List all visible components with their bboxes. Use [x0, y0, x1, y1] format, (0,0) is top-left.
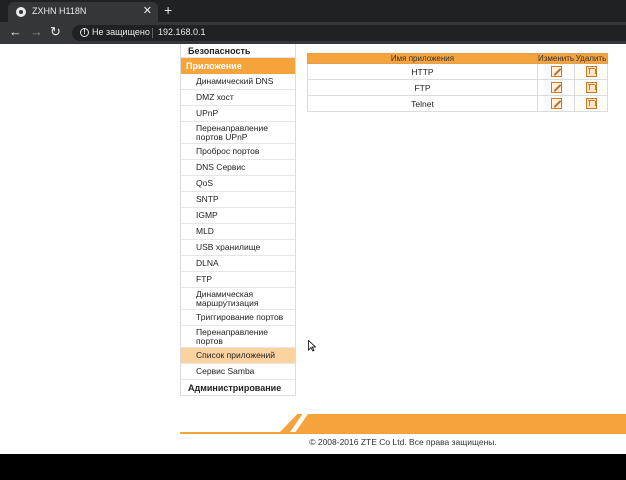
sidebar-item-igmp[interactable]: IGMP — [181, 208, 295, 224]
browser-toolbar: ← → ↻ ! Не защищено 192.168.0.1 — [0, 22, 626, 44]
sidebar-item-port-forwarding[interactable]: Проброс портов — [181, 144, 295, 160]
new-tab-button[interactable]: + — [164, 2, 172, 18]
screen-letterbox — [0, 454, 626, 480]
trash-icon[interactable] — [585, 82, 597, 94]
sidebar-item-ftp[interactable]: FTP — [181, 272, 295, 288]
edit-icon[interactable] — [550, 98, 562, 110]
copyright-text: © 2008-2016 ZTE Co Ltd. Все права защище… — [309, 437, 497, 447]
tab-close-icon[interactable]: ✕ — [143, 4, 152, 17]
table-header-row: Имя приложения Изменить Удалить — [307, 53, 608, 64]
trash-icon[interactable] — [585, 98, 597, 110]
edit-cell — [537, 79, 575, 96]
column-header-edit: Изменить — [537, 53, 575, 64]
sidebar-item-dmz[interactable]: DMZ хост — [181, 90, 295, 106]
sidebar-item-port-redirection[interactable]: Перенаправление портов — [181, 326, 295, 348]
mouse-cursor-icon — [308, 340, 316, 352]
forward-arrow-icon[interactable]: → — [30, 25, 43, 39]
delete-cell — [574, 79, 608, 96]
menu-security[interactable]: Безопасность — [181, 44, 295, 58]
edit-icon[interactable] — [550, 82, 562, 94]
security-label[interactable]: Не защищено — [92, 27, 150, 37]
edit-icon[interactable] — [550, 66, 562, 78]
menu-section-application[interactable]: Приложение — [181, 58, 295, 74]
reload-icon[interactable]: ↻ — [50, 25, 61, 39]
sidebar-item-samba[interactable]: Сервис Samba — [181, 364, 295, 380]
sidebar-item-dlna[interactable]: DLNA — [181, 256, 295, 272]
router-page: Безопасность Приложение Динамический DNS… — [0, 44, 626, 454]
tab-title: ZXHN H118N — [32, 6, 87, 16]
delete-cell — [574, 63, 608, 80]
sidebar-item-dynamic-routing[interactable]: Динамическая маршрутизация — [181, 288, 295, 310]
delete-cell — [574, 95, 608, 112]
application-list-table: Имя приложения Изменить Удалить HTTP FTP… — [307, 53, 608, 112]
table-row: FTP — [307, 79, 608, 96]
app-name-cell: HTTP — [307, 63, 538, 80]
back-arrow-icon[interactable]: ← — [9, 25, 22, 39]
sidebar-item-upnp[interactable]: UPnP — [181, 106, 295, 122]
sidebar-item-mld[interactable]: MLD — [181, 224, 295, 240]
browser-tab[interactable]: ZXHN H118N ✕ — [8, 2, 158, 22]
footer-divider — [180, 432, 626, 434]
edit-cell — [537, 95, 575, 112]
url-separator — [152, 28, 153, 38]
sidebar-item-ddns[interactable]: Динамический DNS — [181, 74, 295, 90]
sidebar-menu: Безопасность Приложение Динамический DNS… — [180, 44, 296, 396]
url-text[interactable]: 192.168.0.1 — [158, 27, 206, 37]
sidebar-item-dns-service[interactable]: DNS Сервис — [181, 160, 295, 176]
column-header-delete: Удалить — [574, 53, 608, 64]
address-bar[interactable]: ! Не защищено 192.168.0.1 — [72, 25, 626, 41]
globe-icon — [16, 7, 26, 17]
table-row: Telnet — [307, 95, 608, 112]
sidebar-item-port-triggering[interactable]: Триггирование портов — [181, 310, 295, 326]
footer-stripe — [280, 414, 626, 432]
app-name-cell: FTP — [307, 79, 538, 96]
sidebar-item-upnp-port-forwarding[interactable]: Перенаправление портов UPnP — [181, 122, 295, 144]
column-header-name: Имя приложения — [307, 53, 538, 64]
edit-cell — [537, 63, 575, 80]
info-icon[interactable]: ! — [80, 28, 89, 37]
menu-administration[interactable]: Администрирование — [181, 380, 295, 396]
sidebar-item-sntp[interactable]: SNTP — [181, 192, 295, 208]
sidebar-item-application-list[interactable]: Список приложений — [181, 348, 295, 364]
app-name-cell: Telnet — [307, 95, 538, 112]
browser-tab-bar: ZXHN H118N ✕ + — [0, 0, 626, 22]
sidebar-item-usb-storage[interactable]: USB хранилище — [181, 240, 295, 256]
table-row: HTTP — [307, 63, 608, 80]
trash-icon[interactable] — [585, 66, 597, 78]
sidebar-item-qos[interactable]: QoS — [181, 176, 295, 192]
